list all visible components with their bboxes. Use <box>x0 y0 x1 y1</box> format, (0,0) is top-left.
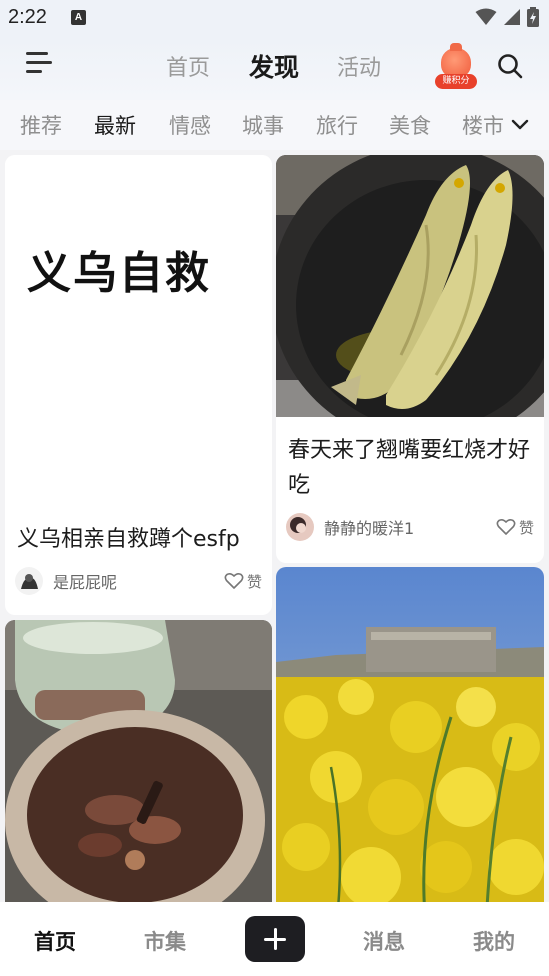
post-card[interactable] <box>276 567 544 902</box>
post-author[interactable]: 静静的暖洋1 <box>286 513 414 541</box>
tab-home[interactable]: 首页 <box>166 50 210 82</box>
post-cover <box>276 567 544 902</box>
category-city[interactable]: 城事 <box>242 110 284 140</box>
tab-discover[interactable]: 发现 <box>249 48 299 84</box>
post-cover <box>5 620 272 902</box>
stew-pot-image <box>5 620 272 902</box>
author-name: 静静的暖洋1 <box>324 519 415 538</box>
nav-home[interactable]: 首页 <box>34 926 76 956</box>
like-label: 赞 <box>246 572 262 591</box>
category-emotion[interactable]: 情感 <box>169 110 211 140</box>
nav-messages[interactable]: 消息 <box>363 926 405 956</box>
signal-icon <box>504 9 520 25</box>
category-property[interactable]: 楼市 <box>462 110 504 140</box>
bottom-nav: 首页 市集 消息 我的 <box>0 902 549 976</box>
category-food[interactable]: 美食 <box>389 110 431 140</box>
heart-icon <box>224 572 244 589</box>
post-card[interactable]: 春天来了翘嘴要红烧才好吃 静静的暖洋1 赞 <box>276 155 544 563</box>
cover-text: 义乌自救 <box>27 248 211 299</box>
status-icons <box>475 6 539 28</box>
author-name: 是屁屁呢 <box>53 573 118 592</box>
post-cover <box>276 155 544 445</box>
post-card[interactable] <box>5 620 272 902</box>
like-button[interactable]: 赞 <box>496 513 534 541</box>
avatar <box>15 567 43 595</box>
nav-market[interactable]: 市集 <box>144 926 186 956</box>
chevron-down-icon[interactable] <box>510 114 530 134</box>
post-title: 义乌相亲自救蹲个esfp <box>17 527 240 552</box>
earn-points-button[interactable]: 赚积分 <box>433 43 479 90</box>
category-recommend[interactable]: 推荐 <box>20 110 62 140</box>
tab-activity[interactable]: 活动 <box>337 50 381 82</box>
post-cover: 义乌自救 <box>5 155 272 517</box>
wifi-icon <box>475 8 497 25</box>
post-card[interactable]: 义乌自救 义乌相亲自救蹲个esfp 是屁屁呢 赞 <box>5 155 272 615</box>
status-bar: 2:22 A <box>0 0 549 38</box>
status-time: 2:22 <box>8 6 47 28</box>
header: 首页 发现 活动 赚积分 <box>0 38 549 100</box>
like-button[interactable]: 赞 <box>224 567 262 595</box>
a-icon: A <box>71 10 86 25</box>
post-title: 春天来了翘嘴要红烧才好吃 <box>288 438 531 498</box>
feed: 义乌自救 义乌相亲自救蹲个esfp 是屁屁呢 赞 春天来了翘嘴要红烧才好吃 静静… <box>0 150 549 902</box>
avatar <box>286 513 314 541</box>
battery-icon <box>527 7 539 27</box>
search-icon[interactable] <box>497 53 523 79</box>
category-tabs: 推荐 最新 情感 城事 旅行 美食 楼市 <box>0 100 549 150</box>
nav-me[interactable]: 我的 <box>473 926 515 956</box>
fish-in-wok-image <box>276 155 544 445</box>
earn-points-label: 赚积分 <box>435 74 477 89</box>
category-travel[interactable]: 旅行 <box>316 110 358 140</box>
post-author[interactable]: 是屁屁呢 <box>15 567 117 595</box>
category-latest[interactable]: 最新 <box>94 110 136 140</box>
heart-icon <box>496 518 516 535</box>
add-post-button[interactable] <box>245 916 305 962</box>
rapeseed-field-image <box>276 567 544 902</box>
like-label: 赞 <box>518 518 534 537</box>
